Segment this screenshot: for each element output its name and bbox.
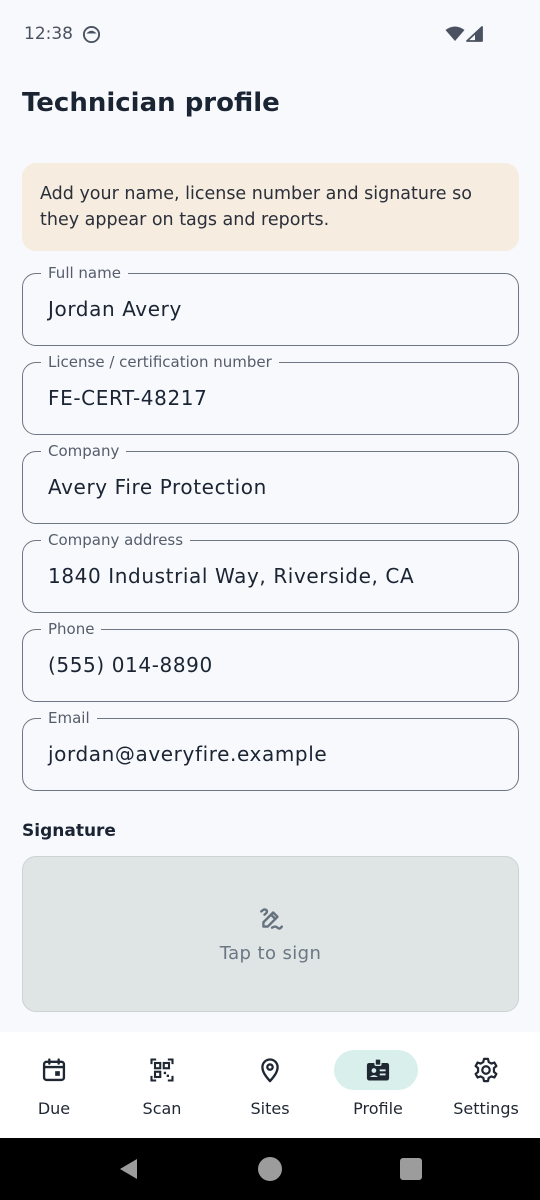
home-icon[interactable]	[258, 1157, 282, 1181]
full-name-value: Jordan Avery	[48, 297, 182, 321]
location-pin-icon	[261, 1058, 279, 1083]
phone-value: (555) 014-8890	[48, 653, 213, 677]
status-bar: 12:38	[0, 0, 540, 70]
nav-label-sites: Sites	[250, 1099, 290, 1118]
signature-label: Signature	[22, 821, 116, 841]
qr-scan-icon	[150, 1058, 174, 1082]
company-field[interactable]: Company Avery Fire Protection	[22, 441, 519, 524]
nav-item-scan[interactable]: Scan	[108, 1032, 216, 1138]
license-number-value: FE-CERT-48217	[48, 386, 208, 410]
signal-icon	[466, 26, 483, 42]
company-address-field[interactable]: Company address 1840 Industrial Way, Riv…	[22, 530, 519, 613]
gear-icon	[474, 1057, 498, 1083]
system-navigation-bar	[0, 1138, 540, 1200]
full-name-field[interactable]: Full name Jordan Avery	[22, 263, 519, 346]
calendar-icon	[42, 1058, 66, 1082]
recents-icon[interactable]	[400, 1158, 422, 1180]
info-banner: Add your name, license number and signat…	[22, 163, 519, 251]
nav-item-profile[interactable]: Profile	[324, 1032, 432, 1138]
phone-label: Phone	[41, 619, 102, 639]
page-title: Technician profile	[22, 88, 280, 118]
badge-icon	[366, 1058, 390, 1081]
status-time: 12:38	[24, 24, 73, 44]
company-address-label: Company address	[41, 530, 191, 550]
back-icon[interactable]	[117, 1157, 141, 1181]
nav-item-due[interactable]: Due	[0, 1032, 108, 1138]
company-address-value: 1840 Industrial Way, Riverside, CA	[48, 564, 415, 588]
nav-item-settings[interactable]: Settings	[432, 1032, 540, 1138]
app-notification-icon	[82, 25, 101, 44]
company-label: Company	[41, 441, 127, 461]
wifi-icon	[445, 26, 465, 41]
draw-icon	[260, 908, 284, 930]
info-banner-text: Add your name, license number and signat…	[40, 184, 472, 230]
nav-label-scan: Scan	[142, 1099, 182, 1118]
nav-label-due: Due	[37, 1099, 71, 1118]
license-number-label: License / certification number	[41, 352, 279, 372]
nav-item-sites[interactable]: Sites	[216, 1032, 324, 1138]
full-name-label: Full name	[41, 263, 128, 283]
nav-label-profile: Profile	[353, 1099, 403, 1118]
email-field[interactable]: Email jordan@averyfire.example	[22, 708, 519, 791]
email-label: Email	[41, 708, 97, 728]
email-value: jordan@averyfire.example	[48, 742, 328, 766]
signature-hint: Tap to sign	[219, 943, 322, 964]
phone-field[interactable]: Phone (555) 014-8890	[22, 619, 519, 702]
signature-pad[interactable]: Tap to sign	[22, 856, 519, 1012]
bottom-navigation: Due Scan Sites Profile Settings	[0, 1032, 540, 1138]
company-value: Avery Fire Protection	[48, 475, 267, 499]
nav-label-settings: Settings	[453, 1099, 519, 1118]
license-number-field[interactable]: License / certification number FE-CERT-4…	[22, 352, 519, 435]
